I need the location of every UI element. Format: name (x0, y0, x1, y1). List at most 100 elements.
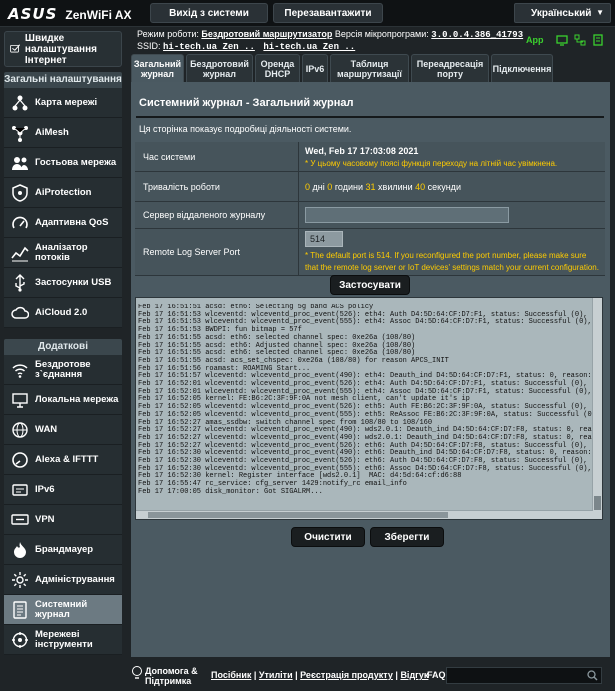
sidebar-item-label: AiProtection (35, 186, 92, 198)
clear-button[interactable]: Очистити (291, 527, 365, 547)
sidebar-item-label: Локальна мережа (35, 393, 119, 405)
faq-search-input[interactable] (446, 667, 602, 684)
uptime-hours-unit: години (334, 181, 363, 192)
sidebar-item-usb[interactable]: Застосунки USB (4, 268, 122, 298)
vertical-scrollbar[interactable] (592, 298, 602, 519)
sidebar-item-label: Бездротове з`єднання (35, 358, 91, 380)
system-log-textarea[interactable]: Feb 17 16:51:51 acsd: eth6: Selecting 5g… (135, 297, 603, 520)
language-select[interactable]: Український ▼ (514, 3, 611, 23)
sidebar-item-traffic-analyzer[interactable]: Аналізатор потоків (4, 238, 122, 268)
sidebar-item-cloud[interactable]: AiCloud 2.0 (4, 298, 122, 328)
tab-2[interactable]: Бездротовий журнал (186, 54, 253, 82)
manual-link[interactable]: Посібник (211, 670, 251, 680)
title-divider (136, 116, 604, 118)
system-time-label: Час системи (135, 142, 299, 171)
brand-logo: ASUS (8, 5, 58, 23)
sidebar-item-ipv6[interactable]: IPv6 (4, 475, 122, 505)
uptime-minutes: 31 (365, 181, 376, 192)
tab-5[interactable]: Таблиця маршрутизації (330, 54, 409, 82)
sidebar-item-lan[interactable]: Локальна мережа (4, 385, 122, 415)
dst-note: * У цьому часовому поясі функція переход… (305, 158, 558, 168)
page-title: Системний журнал - Загальний журнал (139, 97, 354, 109)
help-support-link[interactable]: Допомога & Підтримка (145, 666, 205, 686)
system-time-row: Час системи Wed, Feb 17 17:03:08 2021 * … (135, 142, 605, 172)
sidebar-item-label: Брандмауер (35, 543, 94, 555)
uptime-days-unit: дні (312, 181, 325, 192)
firmware-label: Версія мікропрограми: (334, 29, 429, 39)
sidebar-item-wireless[interactable]: Бездротове з`єднання (4, 355, 122, 385)
product-registration-link[interactable]: Реєстрація продукту (300, 670, 393, 680)
uptime-row: Тривалість роботи 0 дні 0 години 31 хвил… (135, 172, 605, 202)
sidebar-item-vpn[interactable]: VPN (4, 505, 122, 535)
sidebar-item-network-tools[interactable]: Мережеві інструменти (4, 625, 122, 655)
tab-3[interactable]: Оренда DHCP (255, 54, 300, 82)
model-name: ZenWiFi AX (65, 8, 132, 22)
shield-icon (12, 183, 28, 202)
sidebar-item-label: Аналізатор потоків (35, 241, 88, 263)
sidebar-item-firewall[interactable]: Брандмауер (4, 535, 122, 565)
general-menu: Карта мережі AiMesh Гостьова мережа AiProte… (4, 88, 122, 328)
tab-1[interactable]: Загальний журнал (131, 54, 184, 82)
quick-internet-setup-button[interactable]: Швидке налаштування Інтернет (4, 31, 122, 67)
sidebar-item-guest-network[interactable]: Гостьова мережа (4, 148, 122, 178)
vertical-scroll-thumb[interactable] (594, 496, 601, 510)
sidebar-item-network-map[interactable]: Карта мережі (4, 88, 122, 118)
tab-6[interactable]: Переадресація порту (411, 54, 489, 82)
sidebar-item-qos[interactable]: Адаптивна QoS (4, 208, 122, 238)
sidebar-item-alexa[interactable]: Alexa & IFTTT (4, 445, 122, 475)
app-status[interactable]: App (526, 35, 544, 45)
ssid-2: hi-tech.ua Zen .. (263, 42, 356, 52)
top-bar: ASUS ZenWiFi AX Вихід з системи Перезава… (0, 0, 615, 27)
info-bar: Режим роботи: Бездротовий маршрутизатор … (137, 29, 523, 40)
remote-port-input[interactable]: 514 (305, 230, 343, 247)
apply-button[interactable]: Застосувати (330, 275, 410, 295)
firewall-icon (14, 541, 26, 558)
admin-icon (12, 571, 28, 588)
quick-setup-label: Швидке налаштування Інтернет (24, 32, 97, 66)
usb-status-icon[interactable] (574, 34, 586, 46)
sidebar-item-shield[interactable]: AiProtection (4, 178, 122, 208)
advanced-menu: Бездротове з`єднання Локальна мережа WAN Al… (4, 355, 122, 655)
operation-mode-link[interactable]: Бездротовий маршрутизатор (201, 29, 332, 39)
wizard-icon (10, 44, 21, 53)
sidebar-item-admin[interactable]: Адміністрування (4, 565, 122, 595)
sidebar-item-system-log[interactable]: Системний журнал (4, 595, 122, 625)
ssid-label: SSID: (137, 41, 161, 51)
reboot-button[interactable]: Перезавантажити (273, 3, 383, 23)
footer: Допомога & Підтримка Посібник | Утиліти … (131, 663, 610, 687)
sidebar-item-label: Адаптивна QoS (35, 216, 109, 228)
horizontal-scrollbar[interactable] (136, 510, 593, 519)
sidebar-item-label: Адміністрування (35, 573, 115, 585)
system-log-icon (13, 600, 27, 619)
sidebar-item-label: Alexa & IFTTT (35, 453, 99, 465)
usb-icon (15, 273, 25, 292)
network-status-icon[interactable] (592, 34, 604, 46)
logout-button[interactable]: Вихід з системи (150, 3, 268, 23)
ssid-bar: SSID: hi-tech.ua Zen .. hi-tech.ua Zen .… (137, 41, 355, 52)
content-panel: Системний журнал - Загальний журнал Ця с… (131, 82, 610, 657)
save-button[interactable]: Зберегти (370, 527, 444, 547)
qos-icon (12, 216, 28, 228)
sidebar-item-label: VPN (35, 513, 55, 525)
traffic-analyzer-icon (11, 246, 29, 261)
alexa-icon (12, 451, 28, 468)
general-settings-header: Загальні налаштування (4, 72, 122, 88)
firmware-version-link[interactable]: 3.0.0.4.386_41793 (431, 30, 523, 40)
remote-port-row: Remote Log Server Port 514 * The default… (135, 229, 605, 276)
sidebar-item-globe[interactable]: WAN (4, 415, 122, 445)
log-content: Feb 17 16:51:51 acsd: eth6: Selecting 5g… (138, 304, 592, 497)
ipv6-icon (12, 483, 28, 496)
tab-4[interactable]: IPv6 (302, 54, 328, 82)
utilities-link[interactable]: Утиліти (259, 670, 293, 680)
cloud-icon (11, 306, 29, 319)
mode-label: Режим роботи: (137, 29, 199, 39)
tab-7[interactable]: Підключення (491, 54, 553, 82)
search-icon[interactable] (587, 670, 598, 681)
remote-server-input[interactable] (305, 207, 509, 223)
log-tabs: Загальний журнал Бездротовий журнал Оренда… (131, 54, 555, 82)
horizontal-scroll-thumb[interactable] (148, 512, 448, 518)
feedback-link[interactable]: Відгук (400, 670, 428, 680)
network-map-icon (12, 95, 28, 110)
wan-status-icon[interactable] (555, 34, 568, 46)
sidebar-item-aimesh[interactable]: AiMesh (4, 118, 122, 148)
